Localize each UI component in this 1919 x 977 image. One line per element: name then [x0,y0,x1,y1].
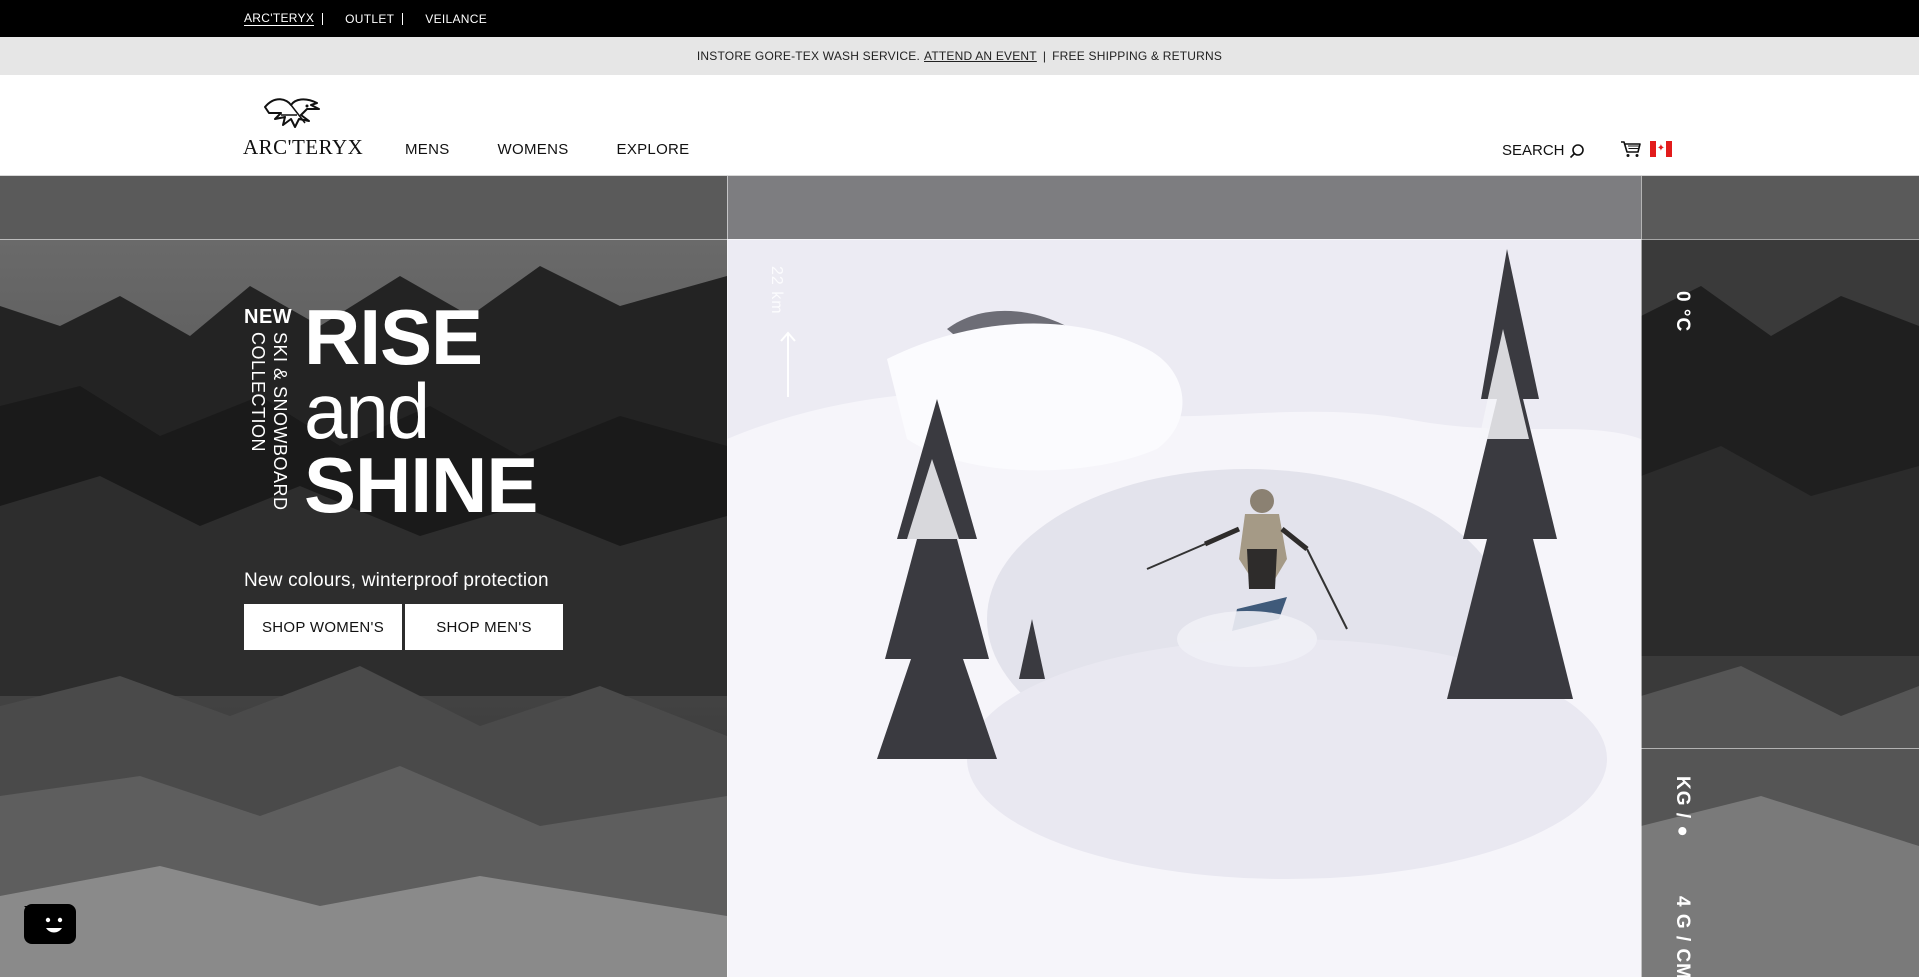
promo-shipping-text: FREE SHIPPING & RETURNS [1052,49,1223,63]
distance-stat: 22 km [768,266,785,315]
cart-button[interactable] [1620,140,1642,163]
chat-smiley-icon [24,906,74,942]
weight-stat: KG / ● [1672,776,1693,838]
shop-mens-button[interactable]: SHOP MEN'S [405,604,563,650]
canada-flag-icon[interactable]: ✦ [1650,141,1672,157]
nav-explore[interactable]: EXPLORE [617,141,690,158]
logo-wordmark: ARC'TERYX [243,135,364,159]
density-stat: 4 G / CM³ [1672,896,1693,977]
headline-shine: SHINE [304,441,538,530]
hero-section: 22 km 0 °C KG / ● 4 G / CM³ NEW SKI & SN… [0,176,1919,977]
skier-image [727,239,1641,977]
shop-womens-button[interactable]: SHOP WOMEN'S [244,604,402,650]
headline-line2: and SHINE [304,372,644,524]
grid-line [727,176,728,977]
attend-event-link[interactable]: ATTEND AN EVENT [924,49,1037,63]
archaeopteryx-icon [264,98,320,128]
grid-line [1641,748,1919,749]
brand-link-label: OUTLET [345,11,395,26]
main-nav: MENS WOMENS EXPLORE [405,141,689,158]
temperature-stat: 0 °C [1672,291,1693,333]
brand-link-veilance[interactable]: VEILANCE [411,12,495,26]
hero-subtitle: New colours, winterproof protection [244,570,549,591]
collection-label: COLLECTION [248,332,268,453]
hero-cta-group: SHOP WOMEN'S SHOP MEN'S [244,604,563,650]
grid-line [1641,176,1642,977]
hero-right-panel: 0 °C KG / ● 4 G / CM³ [1641,176,1919,977]
hero-headline: RISE and SHINE [304,293,644,524]
arrow-up-icon [780,331,796,397]
promo-text: INSTORE GORE-TEX WASH SERVICE. [696,49,921,63]
headline-rise: RISE [304,293,483,381]
hero-headline-block: NEW SKI & SNOWBOARD COLLECTION RISE and … [244,298,644,526]
brand-link-arcteryx[interactable]: ARC'TERYX [244,11,331,26]
collection-label: SKI & SNOWBOARD [270,332,290,511]
nav-womens[interactable]: WOMENS [498,141,569,158]
brand-link-label: VEILANCE [425,11,488,26]
brand-bar: ARC'TERYX OUTLET VEILANCE [0,0,1919,37]
separator [402,12,404,25]
search-button[interactable]: SEARCH [1502,142,1585,159]
cart-icon [1621,141,1641,157]
maple-leaf-icon: ✦ [1656,141,1666,157]
new-badge: NEW [244,306,293,328]
site-header: ARC'TERYX MENS WOMENS EXPLORE SEARCH ✦ [0,75,1919,176]
brand-links: ARC'TERYX OUTLET VEILANCE [244,0,495,37]
flag-red-band [1666,141,1672,157]
search-icon [1569,143,1584,158]
brand-link-outlet[interactable]: OUTLET [331,12,411,26]
panel-top-strip [727,176,1641,239]
arcteryx-logo[interactable]: ARC'TERYX [243,93,363,159]
separator [322,12,324,25]
grid-line [0,239,1919,240]
chat-widget-button[interactable] [24,904,76,944]
search-label: SEARCH [1502,142,1565,159]
hero-video[interactable]: 22 km [727,176,1641,977]
nav-mens[interactable]: MENS [405,141,450,158]
brand-link-label: ARC'TERYX [244,11,315,26]
promo-bar: INSTORE GORE-TEX WASH SERVICE. ATTEND AN… [0,37,1919,75]
promo-separator: | [1042,49,1047,63]
